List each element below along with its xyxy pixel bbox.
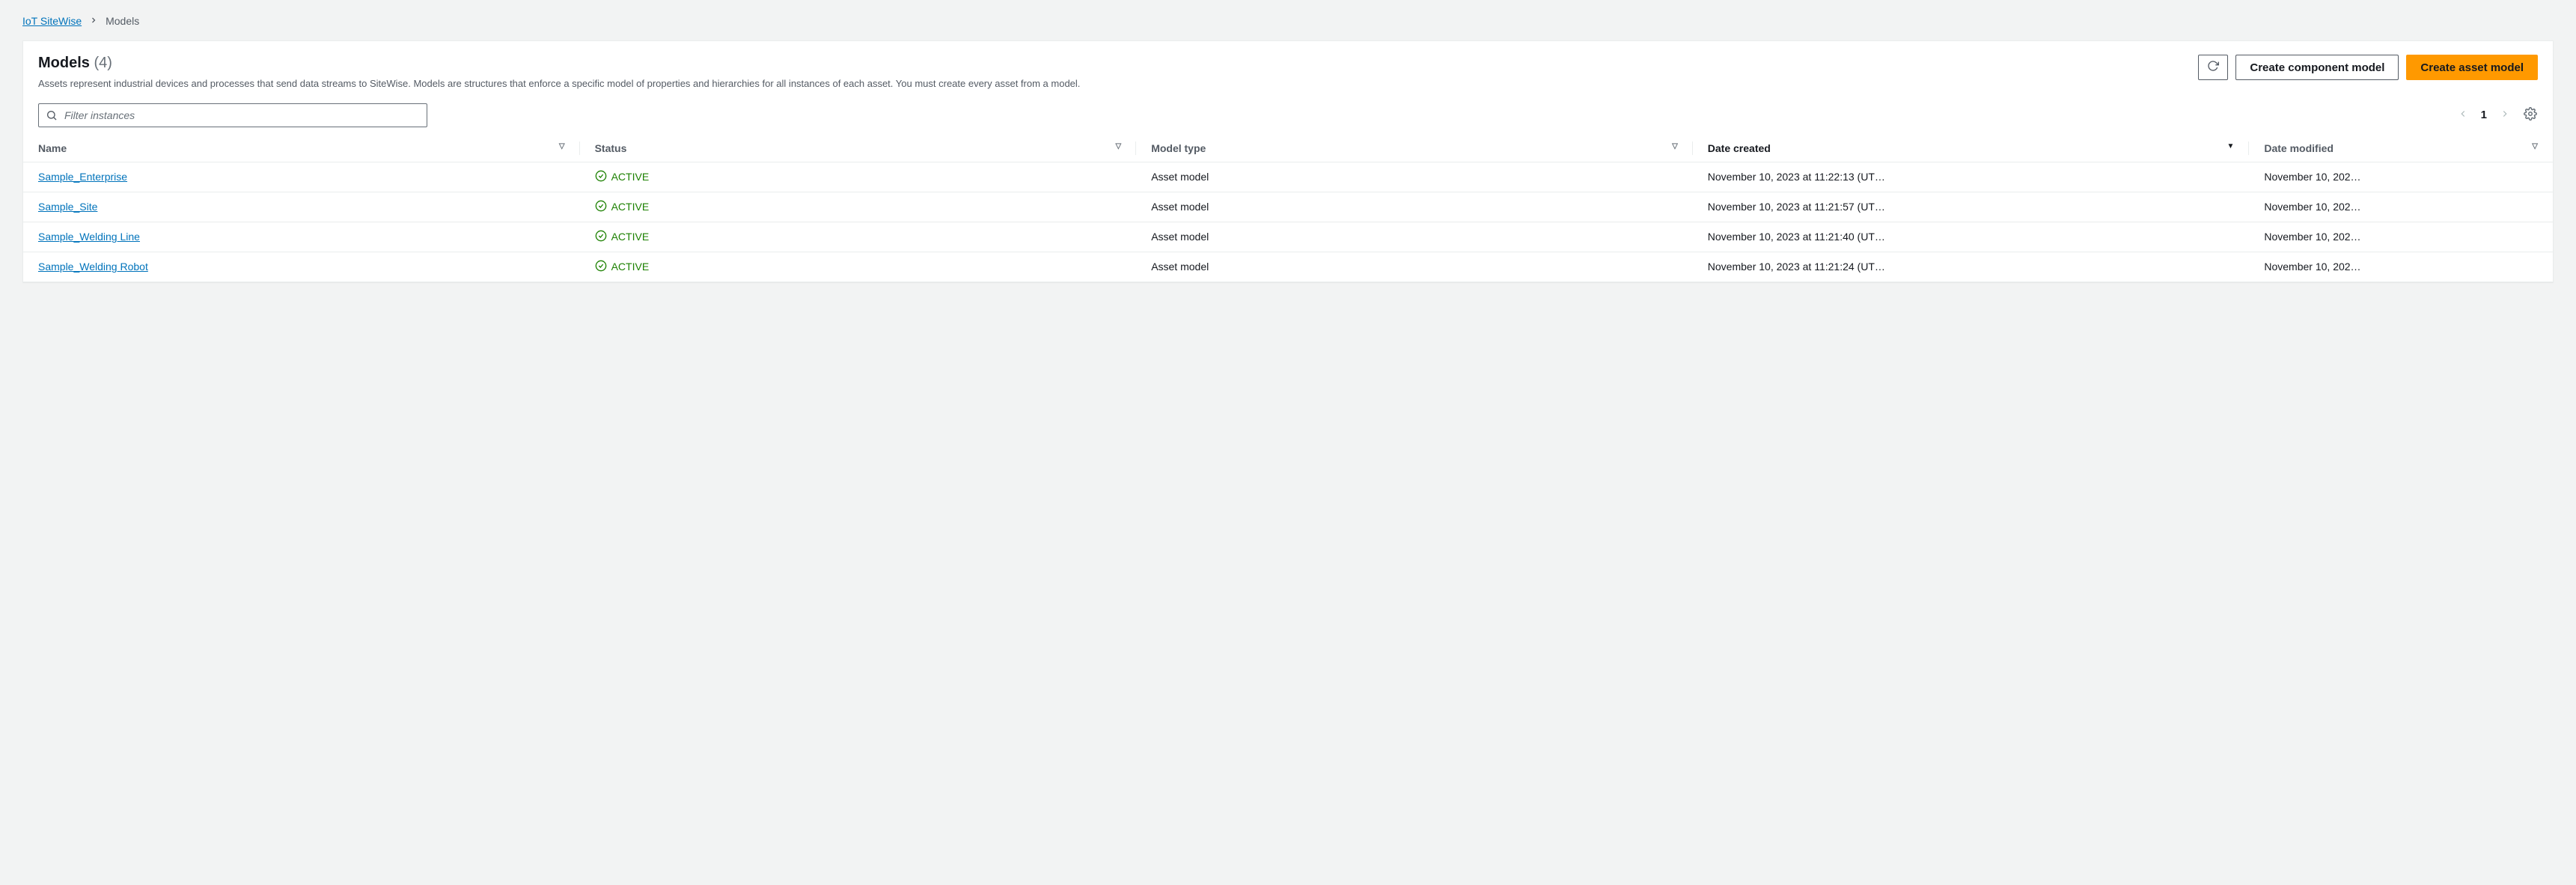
- settings-button[interactable]: [2523, 108, 2538, 123]
- check-circle-icon: [595, 260, 607, 274]
- model-name-link[interactable]: Sample_Enterprise: [38, 171, 127, 183]
- check-circle-icon: [595, 230, 607, 244]
- sort-icon: ▽: [1115, 142, 1121, 150]
- next-page-button[interactable]: [2497, 108, 2512, 123]
- create-component-model-button[interactable]: Create component model: [2235, 55, 2399, 80]
- page-description: Assets represent industrial devices and …: [38, 76, 2183, 91]
- sort-icon: ▽: [559, 142, 565, 150]
- breadcrumb-current: Models: [106, 15, 139, 27]
- date-modified-cell: November 10, 202…: [2249, 252, 2553, 282]
- filter-input[interactable]: [38, 103, 427, 127]
- sort-desc-icon: ▼: [2226, 142, 2234, 150]
- filter-search: [38, 103, 427, 127]
- date-created-cell: November 10, 2023 at 11:21:57 (UT…: [1693, 192, 2250, 222]
- model-name-link[interactable]: Sample_Welding Robot: [38, 261, 148, 273]
- table-row: Sample_EnterpriseACTIVEAsset modelNovemb…: [23, 162, 2553, 192]
- gear-icon: [2524, 107, 2537, 123]
- table-row: Sample_Welding LineACTIVEAsset modelNove…: [23, 222, 2553, 252]
- status-badge: ACTIVE: [595, 170, 650, 184]
- check-circle-icon: [595, 170, 607, 184]
- chevron-right-icon: [2500, 109, 2510, 121]
- check-circle-icon: [595, 200, 607, 214]
- column-header-created[interactable]: Date created ▼: [1693, 135, 2250, 162]
- prev-page-button[interactable]: [2456, 108, 2470, 123]
- breadcrumb: IoT SiteWise Models: [22, 15, 2554, 27]
- model-count: (4): [94, 55, 112, 71]
- table-row: Sample_SiteACTIVEAsset modelNovember 10,…: [23, 192, 2553, 222]
- create-asset-model-button[interactable]: Create asset model: [2406, 55, 2538, 80]
- date-created-cell: November 10, 2023 at 11:22:13 (UT…: [1693, 162, 2250, 192]
- refresh-button[interactable]: [2198, 55, 2228, 80]
- column-header-status[interactable]: Status ▽: [580, 135, 1137, 162]
- page-number: 1: [2481, 109, 2487, 121]
- models-panel: Models (4) Assets represent industrial d…: [22, 40, 2554, 282]
- model-type-cell: Asset model: [1136, 162, 1693, 192]
- column-header-modified[interactable]: Date modified ▽: [2249, 135, 2553, 162]
- chevron-left-icon: [2458, 109, 2468, 121]
- date-created-cell: November 10, 2023 at 11:21:24 (UT…: [1693, 252, 2250, 282]
- chevron-right-icon: [89, 15, 98, 27]
- column-header-type[interactable]: Model type ▽: [1136, 135, 1693, 162]
- sort-icon: ▽: [1672, 142, 1678, 150]
- breadcrumb-root-link[interactable]: IoT SiteWise: [22, 15, 82, 27]
- date-created-cell: November 10, 2023 at 11:21:40 (UT…: [1693, 222, 2250, 252]
- model-name-link[interactable]: Sample_Site: [38, 201, 97, 213]
- column-header-name[interactable]: Name ▽: [23, 135, 580, 162]
- model-type-cell: Asset model: [1136, 192, 1693, 222]
- status-badge: ACTIVE: [595, 230, 650, 244]
- pagination: 1: [2456, 108, 2538, 123]
- model-type-cell: Asset model: [1136, 222, 1693, 252]
- page-title: Models (4): [38, 55, 2183, 72]
- date-modified-cell: November 10, 202…: [2249, 162, 2553, 192]
- status-badge: ACTIVE: [595, 200, 650, 214]
- sort-icon: ▽: [2532, 142, 2538, 150]
- table-row: Sample_Welding RobotACTIVEAsset modelNov…: [23, 252, 2553, 282]
- model-type-cell: Asset model: [1136, 252, 1693, 282]
- models-table: Name ▽ Status ▽ Model type ▽ Date create…: [23, 135, 2553, 282]
- refresh-icon: [2207, 60, 2219, 75]
- status-badge: ACTIVE: [595, 260, 650, 274]
- date-modified-cell: November 10, 202…: [2249, 222, 2553, 252]
- date-modified-cell: November 10, 202…: [2249, 192, 2553, 222]
- model-name-link[interactable]: Sample_Welding Line: [38, 231, 140, 243]
